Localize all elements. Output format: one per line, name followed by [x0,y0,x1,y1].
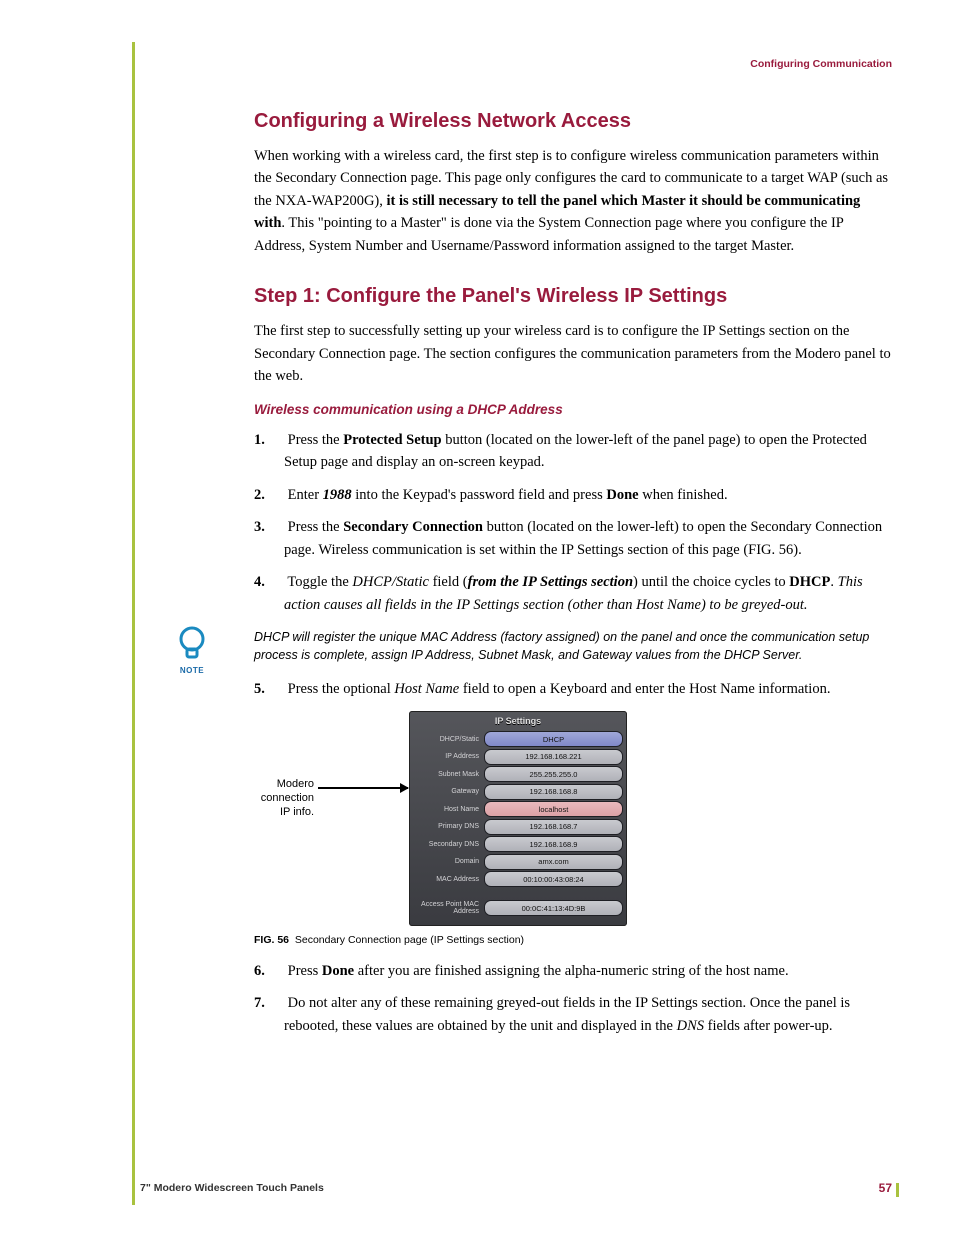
field-domain: amx.com [484,854,623,870]
figure-caption: FIG. 56 Secondary Connection page (IP Se… [254,934,892,946]
footer-title: 7" Modero Widescreen Touch Panels [140,1182,324,1194]
left-rule [132,42,135,1205]
step-2: Enter 1988 into the Keypad's password fi… [254,484,892,506]
step1-paragraph: The first step to successfully setting u… [254,320,892,387]
heading-step1: Step 1: Configure the Panel's Wireless I… [254,285,892,308]
field-secondary-dns: 192.168.168.9 [484,836,623,852]
field-hostname: localhost [484,801,623,817]
document-page: Configuring Communication Configuring a … [0,0,954,1235]
field-gateway: 192.168.168.8 [484,784,623,800]
page-number: 57 [879,1181,892,1195]
steps-list: Press the Protected Setup button (locate… [254,429,892,616]
footer-tick [896,1183,899,1197]
field-mac: 00:10:00:43:08:24 [484,871,623,887]
note-block: NOTE DHCP will register the unique MAC A… [254,628,892,664]
heading-configuring: Configuring a Wireless Network Access [254,110,892,133]
field-primary-dns: 192.168.168.7 [484,819,623,835]
field-dhcp-static: DHCP [484,731,623,747]
running-header: Configuring Communication [750,58,892,70]
step-4: Toggle the DHCP/Static field (from the I… [254,571,892,616]
step-1: Press the Protected Setup button (locate… [254,429,892,474]
step-3: Press the Secondary Connection button (l… [254,516,892,561]
step-6: Press Done after you are finished assign… [254,960,892,982]
steps-list-2: Press the optional Host Name field to op… [254,678,892,700]
field-ip: 192.168.168.221 [484,749,623,765]
heading-dhcp: Wireless communication using a DHCP Addr… [254,402,892,417]
figure-56: Modero connection IP info. IP Settings D… [254,711,892,926]
field-subnet: 255.255.255.0 [484,766,623,782]
step-7: Do not alter any of these remaining grey… [254,992,892,1037]
panel-title: IP Settings [413,714,623,730]
arrow-icon [318,787,408,789]
field-ap-mac: 00:0C:41:13:4D:9B [484,900,623,916]
figure-callout: Modero connection IP info. [224,777,314,820]
intro-paragraph: When working with a wireless card, the f… [254,145,892,257]
steps-list-3: Press Done after you are finished assign… [254,960,892,1037]
ip-settings-panel: IP Settings DHCP/StaticDHCP IP Address19… [409,711,627,926]
content-area: Configuring a Wireless Network Access Wh… [254,110,892,1047]
note-icon: NOTE [170,624,214,675]
note-text: DHCP will register the unique MAC Addres… [254,628,892,664]
page-footer: 7" Modero Widescreen Touch Panels 57 [140,1181,892,1195]
step-5: Press the optional Host Name field to op… [254,678,892,700]
